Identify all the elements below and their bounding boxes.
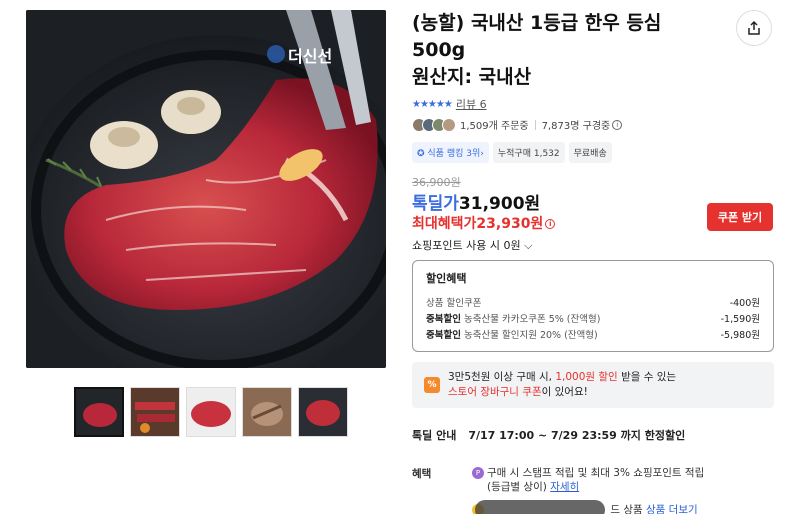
discount-label: 상품 할인쿠폰: [426, 298, 482, 309]
promo-highlight: 스토어 장바구니 쿠폰: [448, 386, 542, 398]
deal-price-label: 톡딜가: [412, 194, 459, 214]
discount-amount: -1,590원: [720, 314, 760, 325]
points-value: 0원: [503, 239, 521, 252]
discount-tag: 중복할인: [426, 314, 461, 325]
chevron-right-icon: ›: [480, 149, 484, 159]
more-products-link[interactable]: 상품 더보기: [646, 504, 698, 514]
ranking-badge-label: 식품 랭킹 3위: [427, 149, 481, 159]
max-benefit-label: 최대혜택가: [412, 216, 477, 232]
promo-text: 받을 수 있는: [617, 371, 677, 383]
benefit-text: 드 상품: [610, 504, 643, 514]
free-shipping-badge: 무료배송: [568, 142, 612, 163]
ranking-badge[interactable]: ✪ 식품 랭킹 3위›: [412, 142, 489, 163]
discount-row: 중복할인 농축산물 카카오쿠폰 5% (잔액형) -1,590원: [426, 312, 760, 328]
deal-info-row: 톡딜 안내 7/17 17:00 ~ 7/29 23:59 까지 한정할인: [412, 427, 685, 443]
deal-info-value: 7/17 17:00 ~ 7/29 23:59 까지 한정할인: [468, 429, 686, 442]
max-benefit-price: 최대혜택가23,930원 i: [412, 213, 556, 233]
point-icon: P: [472, 467, 484, 479]
deal-info-label: 톡딜 안내: [412, 429, 457, 442]
discount-amount: -400원: [729, 298, 760, 309]
benefit-row: P 구매 시 스탬프 적립 및 최대 3% 쇼핑포인트 적립 (등급별 상이) 자…: [472, 466, 772, 494]
benefit-text: 구매 시 스탬프 적립 및 최대 3% 쇼핑포인트 적립: [487, 467, 705, 479]
max-benefit-value: 23,930원: [476, 216, 544, 232]
origin-label: 원산지: 국내산: [412, 66, 532, 88]
discount-title: 할인혜택: [426, 272, 467, 285]
points-label: 쇼핑포인트 사용 시: [412, 239, 500, 252]
info-icon[interactable]: i: [545, 219, 556, 229]
stats-row: 1,509개 주문중 7,873명 구경중 i: [412, 117, 623, 132]
promo-line-2: 스토어 장바구니 쿠폰이 있어요!: [448, 385, 764, 400]
product-page: 더신선 (농할) 국내산 1등급 한우 등심 500g 원산지: 국내산 ★★★…: [0, 0, 800, 514]
cumulative-purchase-badge: 누적구매 1,532: [492, 142, 565, 163]
thumbnail-strip: [74, 387, 348, 437]
details-link[interactable]: 자세히: [550, 481, 579, 493]
get-coupon-button[interactable]: 쿠폰 받기: [707, 203, 773, 231]
promo-text: 3만5천원 이상 구매 시,: [448, 371, 556, 383]
share-icon: [748, 20, 760, 35]
product-title: (농할) 국내산 1등급 한우 등심 500g 원산지: 국내산: [412, 10, 712, 91]
promo-line-1: 3만5천원 이상 구매 시, 1,000원 할인 받을 수 있는: [448, 370, 764, 385]
buyer-avatars: [412, 117, 456, 132]
cart-coupon-promo[interactable]: % 3만5천원 이상 구매 시, 1,000원 할인 받을 수 있는 스토어 장…: [412, 362, 774, 408]
discount-tag: 중복할인: [426, 330, 461, 341]
thumbnail-1[interactable]: [74, 387, 124, 437]
discount-amount: -5,980원: [720, 330, 760, 341]
discount-label: 농축산물 할인지원 20% (잔액형): [464, 330, 598, 341]
thumbnail-4[interactable]: [242, 387, 292, 437]
badge-row: ✪ 식품 랭킹 3위› 누적구매 1,532 무료배송: [412, 142, 612, 163]
original-price: 36,900원: [412, 176, 461, 189]
deal-price: 톡딜가31,900원: [412, 189, 540, 214]
title-line-1: (농할) 국내산 1등급 한우 등심: [412, 12, 662, 34]
rating-row: ★★★★★ 리뷰 6: [412, 96, 487, 112]
discount-row: 중복할인 농축산물 할인지원 20% (잔액형) -5,980원: [426, 328, 760, 344]
discount-label: 농축산물 카카오쿠폰 5% (잔액형): [464, 314, 601, 325]
discount-benefit-box: 할인혜택 상품 할인쿠폰 -400원 중복할인 농축산물 카카오쿠폰 5% (잔…: [412, 260, 774, 352]
avatar: [442, 117, 456, 132]
discount-row: 상품 할인쿠폰 -400원: [426, 296, 760, 312]
toast-overlay: [475, 500, 605, 514]
benefit-label: 혜택: [412, 468, 432, 480]
brand-watermark: 더신선: [288, 47, 332, 66]
main-product-image[interactable]: 더신선: [26, 10, 386, 368]
badge-star-icon: ✪: [417, 149, 428, 159]
promo-highlight: 1,000원 할인: [555, 371, 618, 383]
order-count: 1,509개 주문중: [460, 121, 529, 132]
star-rating: ★★★★★: [412, 98, 453, 110]
thumbnail-3[interactable]: [186, 387, 236, 437]
promo-text: 이 있어요!: [541, 386, 588, 398]
viewer-count: 7,873명 구경중: [541, 121, 611, 132]
percent-icon: %: [424, 377, 440, 393]
benefit-text: (등급별 상이): [487, 481, 547, 493]
title-line-2: 500g: [412, 39, 466, 61]
points-usage[interactable]: 쇼핑포인트 사용 시 0원 ⌵: [412, 237, 532, 253]
info-icon[interactable]: i: [612, 119, 623, 130]
share-button[interactable]: [736, 10, 772, 46]
thumbnail-2[interactable]: [130, 387, 180, 437]
deal-price-value: 31,900원: [458, 194, 541, 214]
review-link[interactable]: 리뷰 6: [456, 96, 487, 112]
chevron-down-icon: ⌵: [524, 239, 533, 252]
divider: [534, 119, 536, 130]
thumbnail-5[interactable]: [298, 387, 348, 437]
